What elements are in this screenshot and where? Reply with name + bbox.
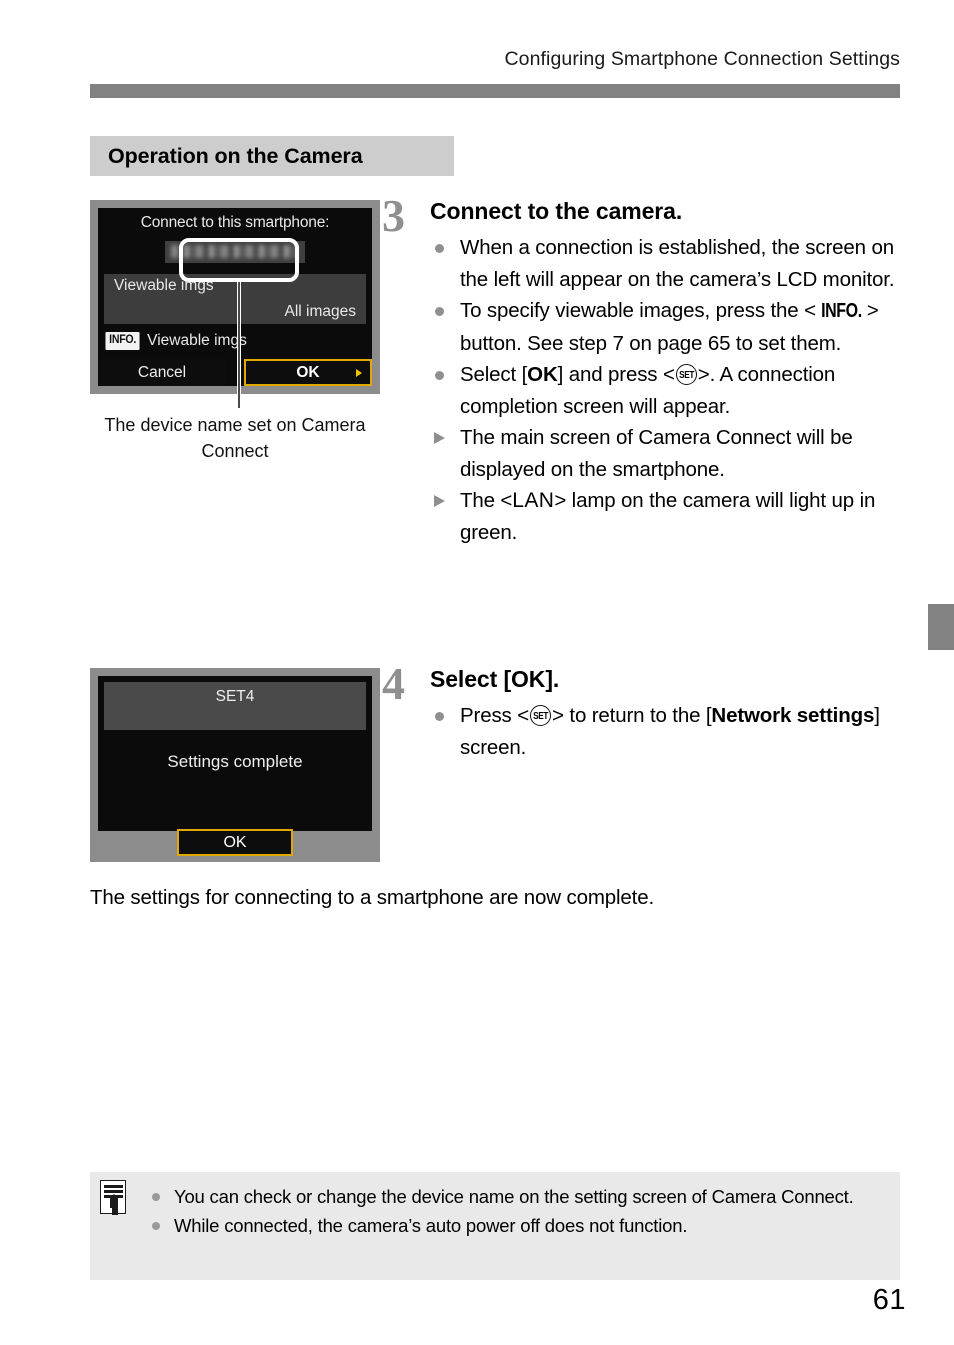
menu-row-value: All images xyxy=(284,303,357,320)
running-head: Configuring Smartphone Connection Settin… xyxy=(504,48,900,70)
screen-button-row: Cancel OK xyxy=(90,359,380,386)
chevron-right-icon xyxy=(356,368,362,377)
header-rule xyxy=(90,84,900,98)
step-4-number: 4 xyxy=(382,658,405,709)
menu-row-viewable-imgs[interactable]: Viewable imgs All images xyxy=(104,274,366,324)
step-3-bullets: When a connection is established, the sc… xyxy=(430,232,900,548)
lan-lamp-glyph: LAN xyxy=(512,489,555,512)
lcd-bezel: Connect to this smartphone: Viewable img… xyxy=(90,200,380,394)
note-item: While connected, the camera’s auto power… xyxy=(146,1211,886,1240)
set-name-value: SET4 xyxy=(215,688,255,705)
chapter-thumb-tab xyxy=(928,604,954,650)
ok-button[interactable]: OK xyxy=(177,829,293,856)
menu-row-label: Viewable imgs xyxy=(114,277,214,294)
step-4-bullet-1: Press < SET > to return to the [Network se… xyxy=(430,700,900,763)
emphasis-text: OK xyxy=(527,363,558,386)
info-button-hint: INFO. Viewable imgs xyxy=(104,328,366,354)
step-3-bullet-2: To specify viewable images, press the < I… xyxy=(430,295,900,359)
step-4-heading: Select [OK]. xyxy=(430,666,560,692)
cancel-button[interactable]: Cancel xyxy=(98,359,226,386)
screen-title: Connect to this smartphone: xyxy=(140,214,330,231)
settings-complete-message: Settings complete xyxy=(167,752,303,771)
callout-leader-line xyxy=(238,282,240,408)
set-name-band: SET4 xyxy=(104,682,366,730)
step-3-result-2: The <LAN> lamp on the camera will light … xyxy=(430,485,900,548)
device-name-field[interactable] xyxy=(165,241,305,263)
info-hint-label: Viewable imgs xyxy=(147,332,247,349)
ok-button-label: OK xyxy=(223,833,247,851)
info-badge: INFO. xyxy=(105,332,140,350)
emphasis-text: Network settings xyxy=(711,704,875,727)
step-4-bullets: Press < SET > to return to the [Network se… xyxy=(430,700,900,763)
screen-button-row: OK xyxy=(90,829,380,856)
step-3-number: 3 xyxy=(382,190,405,241)
closing-paragraph: The settings for connecting to a smartph… xyxy=(90,886,655,909)
note-bullets: You can check or change the device name … xyxy=(146,1182,886,1240)
note-box: You can check or change the device name … xyxy=(90,1172,900,1280)
section-title: Operation on the Camera xyxy=(108,143,363,168)
step-3-bullet-3: Select [OK] and press < SET >. A connectio… xyxy=(430,359,900,422)
figure-caption-device-name: The device name set on Camera Connect xyxy=(104,415,366,461)
lcd-screen: SET4 Settings complete xyxy=(98,676,372,831)
page-number: 61 xyxy=(872,1284,906,1316)
section-heading-band: Operation on the Camera xyxy=(90,136,454,176)
info-button-glyph: INFO. xyxy=(821,300,862,322)
cancel-button-label: Cancel xyxy=(137,363,187,381)
figure-settings-complete: SET4 Settings complete OK xyxy=(90,668,380,862)
ok-button-label: OK xyxy=(296,363,320,381)
step-3-result-1: The main screen of Camera Connect will b… xyxy=(430,422,900,485)
device-name-masked-value xyxy=(171,245,297,258)
note-pencil-icon xyxy=(100,1180,126,1215)
step-3-heading: Connect to the camera. xyxy=(430,198,683,224)
set-button-icon: SET xyxy=(530,705,552,726)
ok-button[interactable]: OK xyxy=(244,359,372,386)
lcd-bezel: SET4 Settings complete OK xyxy=(90,668,380,862)
step-3-bullet-1: When a connection is established, the sc… xyxy=(430,232,900,295)
note-item: You can check or change the device name … xyxy=(146,1182,886,1211)
set-button-icon: SET xyxy=(675,364,697,385)
figure-connect-to-smartphone: Connect to this smartphone: Viewable img… xyxy=(90,200,380,394)
